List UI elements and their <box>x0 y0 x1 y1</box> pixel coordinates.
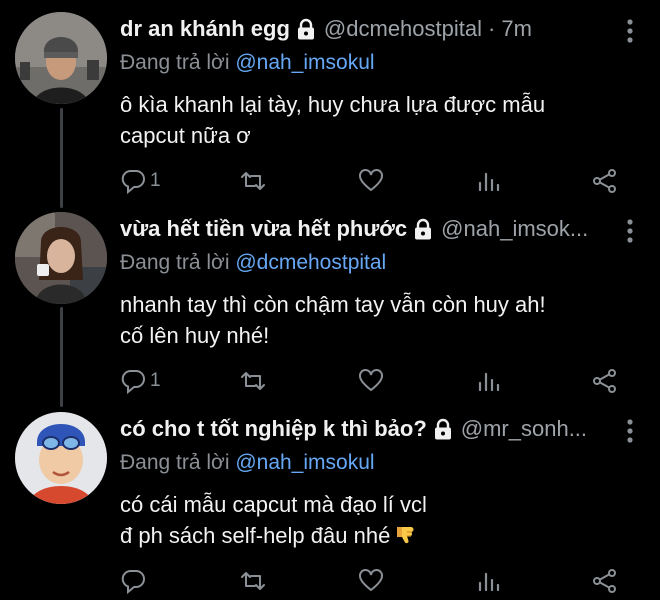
tweet-text-line: ô kìa khanh lại tày, huy chưa lựa được m… <box>120 92 546 117</box>
display-name[interactable]: dr an khánh egg <box>120 16 290 42</box>
reply-button[interactable]: 1 <box>120 366 161 396</box>
views-button[interactable] <box>476 566 502 596</box>
reply-button[interactable] <box>120 566 150 596</box>
retweet-icon <box>240 168 266 194</box>
user-handle[interactable]: @dcmehostpital <box>324 16 482 42</box>
tweet-text-line: capcut nữa ơ <box>120 123 251 148</box>
share-icon <box>592 168 618 194</box>
timestamp[interactable]: 7m <box>501 16 532 42</box>
reply-count: 1 <box>150 170 161 191</box>
retweet-button[interactable] <box>240 366 266 396</box>
avatar[interactable] <box>15 12 107 104</box>
user-handle[interactable]: @mr_sonh... <box>461 416 587 442</box>
heart-icon <box>358 568 384 594</box>
reply-icon <box>120 368 146 394</box>
more-icon[interactable] <box>626 218 634 244</box>
lock-icon <box>413 218 433 240</box>
action-bar: 1 <box>120 366 630 396</box>
tweet-text-line: cố lên huy nhé! <box>120 323 270 348</box>
tweet-header: dr an khánh egg @dcmehostpital · 7m <box>120 14 604 44</box>
mention-link[interactable]: @nah_imsokul <box>235 51 374 74</box>
tweet-text-line-content: đ ph sách self-help đâu nhé <box>120 523 391 548</box>
tweet-text: có cái mẫu capcut mà đạo lí vcl đ ph sác… <box>120 489 640 551</box>
heart-icon <box>358 368 384 394</box>
tweet[interactable]: dr an khánh egg @dcmehostpital · 7m Đang… <box>0 12 660 202</box>
retweet-icon <box>240 568 266 594</box>
display-name[interactable]: có cho t tốt nghiệp k thì bảo? <box>120 416 427 442</box>
views-icon <box>476 168 502 194</box>
share-icon <box>592 568 618 594</box>
mention-link[interactable]: @dcmehostpital <box>235 251 386 274</box>
heart-icon <box>358 168 384 194</box>
replying-to: Đang trả lời @nah_imsokul <box>120 51 375 75</box>
share-icon <box>592 368 618 394</box>
replying-to: Đang trả lời @dcmehostpital <box>120 251 386 275</box>
avatar[interactable] <box>15 212 107 304</box>
tweet-text-line: có cái mẫu capcut mà đạo lí vcl <box>120 492 427 517</box>
reply-icon <box>120 568 146 594</box>
tweet-text-line: đ ph sách self-help đâu nhé <box>120 520 640 551</box>
lock-icon <box>296 18 316 40</box>
like-button[interactable] <box>358 566 384 596</box>
tweet-text: ô kìa khanh lại tày, huy chưa lựa được m… <box>120 89 640 151</box>
mention-link[interactable]: @nah_imsokul <box>235 451 374 474</box>
tweet[interactable]: có cho t tốt nghiệp k thì bảo? @mr_sonh.… <box>0 412 660 600</box>
retweet-button[interactable] <box>240 566 266 596</box>
retweet-icon <box>240 368 266 394</box>
replying-prefix: Đang trả lời <box>120 451 230 474</box>
replying-to: Đang trả lời @nah_imsokul <box>120 451 375 475</box>
action-bar <box>120 566 630 596</box>
views-button[interactable] <box>476 366 502 396</box>
lock-icon <box>433 418 453 440</box>
views-icon <box>476 368 502 394</box>
like-button[interactable] <box>358 166 384 196</box>
display-name[interactable]: vừa hết tiền vừa hết phước <box>120 216 407 242</box>
action-bar: 1 <box>120 166 630 196</box>
replying-prefix: Đang trả lời <box>120 51 230 74</box>
tweet-header: vừa hết tiền vừa hết phước @nah_imsok... <box>120 214 604 244</box>
separator-dot: · <box>488 16 496 41</box>
views-button[interactable] <box>476 166 502 196</box>
like-button[interactable] <box>358 366 384 396</box>
reply-button[interactable]: 1 <box>120 166 161 196</box>
tweet-header: có cho t tốt nghiệp k thì bảo? @mr_sonh.… <box>120 414 604 444</box>
avatar[interactable] <box>15 412 107 504</box>
share-button[interactable] <box>592 566 618 596</box>
views-icon <box>476 568 502 594</box>
tweet[interactable]: vừa hết tiền vừa hết phước @nah_imsok...… <box>0 212 660 402</box>
tweet-text: nhanh tay thì còn chậm tay vẫn còn huy a… <box>120 289 640 351</box>
replying-prefix: Đang trả lời <box>120 251 230 274</box>
share-button[interactable] <box>592 366 618 396</box>
more-icon[interactable] <box>626 18 634 44</box>
share-button[interactable] <box>592 166 618 196</box>
reply-icon <box>120 168 146 194</box>
tweet-text-line: nhanh tay thì còn chậm tay vẫn còn huy a… <box>120 292 546 317</box>
reply-count: 1 <box>150 370 161 391</box>
retweet-button[interactable] <box>240 166 266 196</box>
more-icon[interactable] <box>626 418 634 444</box>
user-handle[interactable]: @nah_imsok... <box>441 216 588 242</box>
thumbs-down-emoji-icon <box>394 523 418 547</box>
